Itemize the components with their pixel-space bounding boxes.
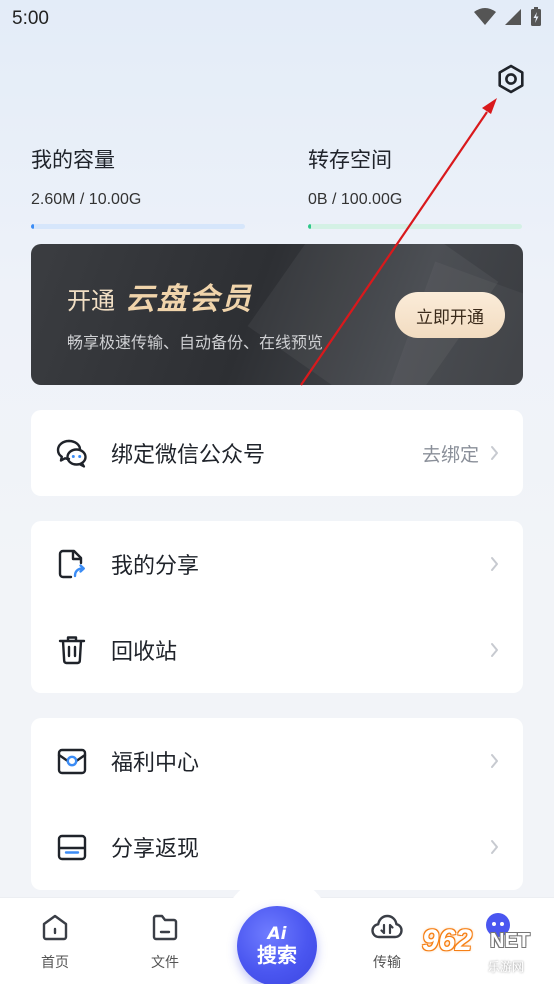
home-icon: [40, 912, 70, 946]
folder-icon: [150, 912, 180, 946]
tab-home[interactable]: 首页: [25, 912, 85, 972]
wechat-bind-label: 绑定微信公众号: [111, 443, 266, 468]
recycle-bin-label: 回收站: [111, 640, 178, 665]
chevron-right-icon: [489, 445, 499, 461]
my-capacity-section: 我的容量 2.60M / 10.00G: [31, 144, 245, 229]
status-bar: 5:00: [0, 0, 554, 38]
chevron-right-icon: [489, 753, 499, 769]
transfer-space-title: 转存空间: [308, 148, 392, 172]
ai-badge: Ai: [267, 924, 287, 944]
watermark-site: 乐游网: [488, 960, 525, 974]
ai-search-button[interactable]: Ai 搜索: [237, 906, 317, 984]
my-capacity-value: 2.60M / 10.00G: [31, 191, 142, 208]
share-file-icon: [55, 547, 89, 581]
cloud-transfer-icon: [370, 912, 404, 946]
status-icons: [474, 7, 542, 31]
open-vip-button[interactable]: 立即开通: [395, 292, 505, 338]
welfare-card: 福利中心 分享返现: [31, 718, 523, 890]
my-capacity-bar-fill: [31, 224, 34, 229]
chevron-right-icon: [489, 642, 499, 658]
transfer-space-bar: [308, 224, 522, 229]
share-cashback-label: 分享返现: [111, 837, 200, 862]
wifi-icon: [474, 8, 496, 30]
site-watermark: 962 NET 乐游网: [416, 910, 550, 980]
chevron-right-icon: [489, 839, 499, 855]
tab-files[interactable]: 文件: [135, 912, 195, 972]
transfer-space-bar-fill: [308, 224, 311, 229]
wechat-bind-row[interactable]: 绑定微信公众号 去绑定: [31, 410, 523, 496]
cashback-mail-icon: [55, 830, 89, 864]
tab-transfer-label: 传输: [373, 955, 401, 971]
settings-button[interactable]: [494, 64, 528, 98]
tab-files-label: 文件: [151, 955, 179, 971]
vip-banner[interactable]: 开通 云盘会员 畅享极速传输、自动备份、在线预览 立即开通: [31, 244, 523, 385]
transfer-space-section: 转存空间 0B / 100.00G: [308, 144, 522, 229]
vip-open-text: 开通: [67, 287, 115, 315]
vip-brand-text: 云盘会员: [125, 282, 253, 317]
welfare-center-row[interactable]: 福利中心: [31, 718, 523, 804]
wechat-bind-card: 绑定微信公众号 去绑定: [31, 410, 523, 496]
welfare-center-label: 福利中心: [111, 751, 200, 776]
watermark-number: 962: [422, 924, 473, 957]
my-share-row[interactable]: 我的分享: [31, 521, 523, 607]
share-card: 我的分享 回收站: [31, 521, 523, 693]
vip-headline: 开通 云盘会员: [67, 274, 253, 318]
battery-icon: [530, 7, 542, 31]
status-time: 5:00: [12, 8, 49, 29]
signal-icon: [504, 8, 522, 30]
chevron-right-icon: [489, 556, 499, 572]
my-share-label: 我的分享: [111, 554, 200, 579]
tab-transfer[interactable]: 传输: [357, 912, 417, 972]
welfare-envelope-icon: [55, 744, 89, 778]
recycle-bin-row[interactable]: 回收站: [31, 607, 523, 693]
gear-icon: [496, 64, 526, 98]
transfer-space-value: 0B / 100.00G: [308, 191, 403, 208]
wechat-icon: [55, 436, 89, 470]
my-capacity-title: 我的容量: [31, 148, 115, 172]
my-capacity-bar: [31, 224, 245, 229]
trash-icon: [55, 633, 89, 667]
vip-subtitle: 畅享极速传输、自动备份、在线预览: [67, 333, 324, 352]
tab-home-label: 首页: [41, 955, 69, 971]
watermark-net: NET: [490, 930, 530, 952]
ai-search-label: 搜索: [257, 943, 297, 967]
wechat-bind-action: 去绑定: [421, 443, 479, 466]
